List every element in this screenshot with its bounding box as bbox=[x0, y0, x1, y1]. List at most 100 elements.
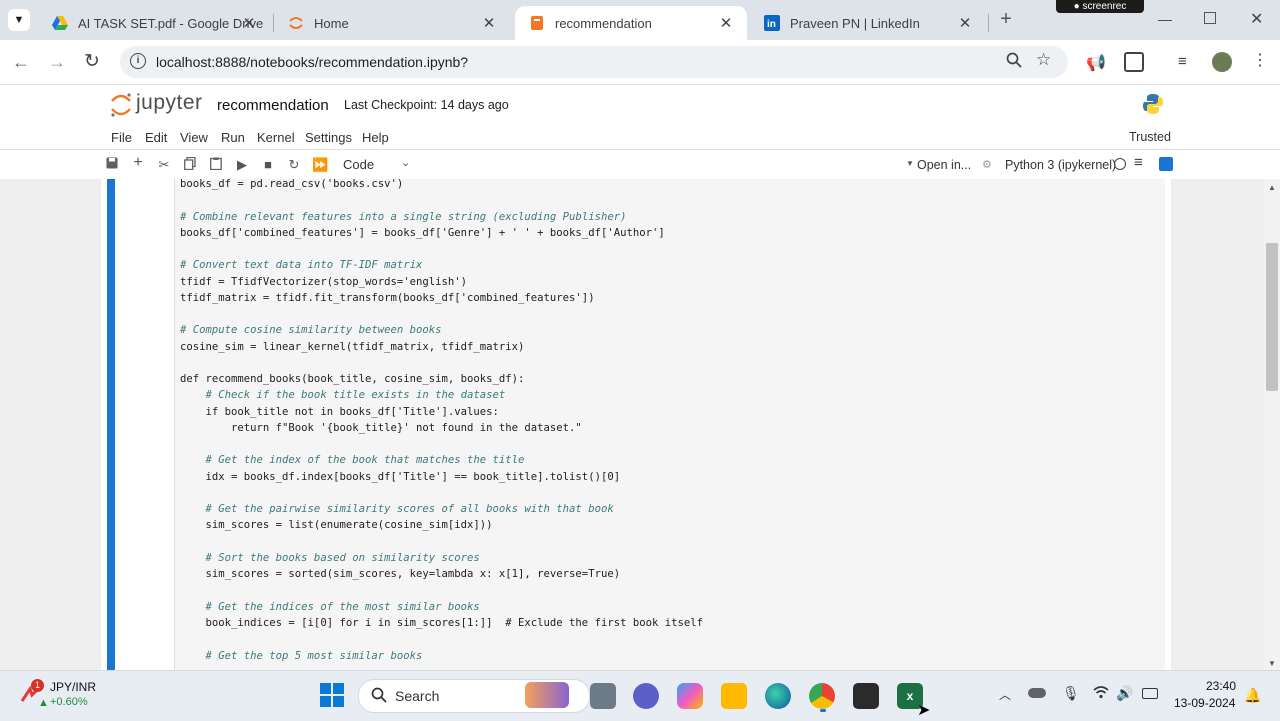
scrollbar-thumb[interactable] bbox=[1266, 243, 1278, 391]
file-explorer-icon[interactable] bbox=[721, 683, 747, 709]
profile-avatar[interactable] bbox=[1212, 52, 1232, 72]
forward-arrow-icon[interactable]: → bbox=[48, 52, 66, 73]
browser-tab-strip: ▼ AI TASK SET.pdf - Google Drive ✕ Home … bbox=[0, 0, 1280, 40]
search-label: Search bbox=[395, 688, 440, 704]
tab-title: Praveen PN | LinkedIn bbox=[790, 15, 920, 31]
task-view-icon[interactable] bbox=[590, 683, 616, 709]
menu-file[interactable]: File bbox=[111, 130, 132, 145]
code-line: books_df['combined_features'] = books_df… bbox=[180, 226, 665, 239]
terminal-icon[interactable] bbox=[853, 683, 879, 709]
jupyter-logo-icon bbox=[111, 93, 131, 117]
code-line: if book_title not in books_df['Title'].v… bbox=[180, 405, 499, 418]
cell-type-select[interactable]: Code bbox=[343, 157, 374, 172]
jupyter-notebook-icon bbox=[529, 15, 545, 31]
menu-edit[interactable]: Edit bbox=[145, 130, 167, 145]
tab-linkedin[interactable]: in Praveen PN | LinkedIn ✕ bbox=[750, 6, 986, 40]
scroll-up-arrow-icon[interactable]: ▲ bbox=[1268, 183, 1276, 192]
microphone-icon[interactable]: 🎙 bbox=[1062, 685, 1080, 702]
chevron-down-icon[interactable]: ⌄ bbox=[401, 156, 410, 169]
code-line: # Get the indices of the most similar bo… bbox=[180, 600, 480, 613]
show-hidden-icons-icon[interactable]: ︿ bbox=[999, 686, 1011, 703]
onedrive-cloud-icon[interactable] bbox=[1028, 688, 1046, 698]
code-line: # Check if the book title exists in the … bbox=[180, 389, 506, 402]
code-line: sim_scores = sorted(sim_scores, key=lamb… bbox=[180, 568, 621, 581]
volume-icon[interactable]: 🔊 bbox=[1116, 685, 1133, 702]
minimize-button[interactable]: — bbox=[1158, 11, 1172, 27]
new-tab-button[interactable]: + bbox=[996, 9, 1016, 29]
back-arrow-icon[interactable]: ← bbox=[12, 52, 30, 73]
edge-browser-icon[interactable] bbox=[765, 683, 791, 709]
trusted-indicator[interactable]: Trusted bbox=[1129, 130, 1171, 144]
ticker-symbol[interactable]: JPY/INR bbox=[50, 680, 96, 694]
open-in-button[interactable]: Open in... bbox=[917, 158, 971, 172]
code-line: cosine_sim = linear_kernel(tfidf_matrix,… bbox=[180, 340, 525, 353]
menu-run[interactable]: Run bbox=[221, 130, 245, 145]
code-editor[interactable]: books_df = pd.read_csv('books.csv') # Com… bbox=[174, 179, 1165, 670]
mouse-cursor-icon: ➤ bbox=[917, 702, 931, 719]
interrupt-kernel-icon[interactable]: ■ bbox=[260, 157, 276, 172]
close-icon[interactable]: ✕ bbox=[480, 14, 498, 32]
chrome-browser-icon[interactable] bbox=[809, 683, 835, 709]
site-info-icon[interactable]: i bbox=[130, 53, 146, 69]
property-inspector-icon[interactable] bbox=[1159, 157, 1173, 171]
menu-help[interactable]: Help bbox=[362, 130, 389, 145]
code-line: def recommend_books(book_title, cosine_s… bbox=[180, 373, 525, 386]
windows-start-icon[interactable] bbox=[320, 683, 344, 707]
teams-icon[interactable] bbox=[633, 683, 659, 709]
wifi-icon[interactable] bbox=[1093, 685, 1109, 702]
code-line: # Get the index of the book that matches… bbox=[180, 454, 525, 467]
menu-settings[interactable]: Settings bbox=[305, 130, 352, 145]
tab-divider bbox=[988, 14, 989, 32]
reload-icon[interactable]: ↻ bbox=[84, 50, 100, 73]
kernel-idle-indicator bbox=[1114, 158, 1126, 170]
close-icon[interactable]: ✕ bbox=[717, 14, 735, 32]
taskbar-search-box[interactable]: Search bbox=[358, 679, 590, 713]
restart-run-all-icon[interactable]: ⏩ bbox=[312, 157, 328, 173]
window-close-button[interactable]: ✕ bbox=[1250, 9, 1263, 29]
jupyter-menubar: File Edit View Run Kernel Settings Help … bbox=[0, 125, 1280, 150]
bookmark-star-icon[interactable]: ☆ bbox=[1036, 50, 1051, 70]
address-bar[interactable]: i localhost:8888/notebooks/recommendatio… bbox=[120, 46, 1068, 78]
toc-menu-icon[interactable]: ≡ bbox=[1134, 154, 1143, 171]
battery-icon[interactable] bbox=[1142, 688, 1158, 699]
jupyter-icon bbox=[288, 15, 304, 31]
copilot-icon[interactable] bbox=[677, 683, 703, 709]
restart-kernel-icon[interactable]: ↻ bbox=[286, 157, 302, 173]
save-icon[interactable] bbox=[104, 157, 120, 172]
screen-recorder-badge: ● screenrec bbox=[1056, 0, 1144, 13]
scroll-down-arrow-icon[interactable]: ▼ bbox=[1268, 659, 1276, 668]
close-icon[interactable]: ✕ bbox=[956, 14, 974, 32]
run-cell-icon[interactable]: ▶ bbox=[234, 157, 250, 173]
menu-kernel[interactable]: Kernel bbox=[257, 130, 295, 145]
tab-search-button[interactable]: ▼ bbox=[8, 9, 30, 31]
notebook-title[interactable]: recommendation bbox=[217, 97, 329, 114]
tab-recommendation[interactable]: recommendation ✕ bbox=[515, 6, 747, 40]
menu-view[interactable]: View bbox=[180, 130, 208, 145]
copy-icon[interactable] bbox=[182, 156, 198, 173]
tab-title: Home bbox=[314, 15, 349, 31]
paste-icon[interactable] bbox=[208, 157, 224, 173]
notification-bell-icon[interactable]: 🔔 bbox=[1244, 687, 1261, 704]
cut-icon[interactable]: ✂ bbox=[156, 157, 172, 173]
megaphone-icon[interactable]: 📢 bbox=[1086, 53, 1106, 73]
chrome-active-indicator bbox=[820, 709, 826, 712]
ticker-up-icon: ▲ bbox=[38, 697, 49, 709]
insert-cell-icon[interactable]: + bbox=[130, 154, 146, 172]
caret-down-icon: ▼ bbox=[906, 159, 914, 168]
recorder-label: screenrec bbox=[1082, 1, 1127, 12]
extensions-puzzle-icon[interactable] bbox=[1124, 52, 1144, 72]
more-menu-icon[interactable]: ⋮ bbox=[1252, 50, 1268, 70]
clock-time[interactable]: 23:40 bbox=[1206, 679, 1236, 693]
tab-home[interactable]: Home ✕ bbox=[274, 6, 510, 40]
close-icon[interactable]: ✕ bbox=[240, 14, 258, 32]
restore-button[interactable] bbox=[1204, 12, 1216, 24]
clock-date[interactable]: 13-09-2024 bbox=[1174, 696, 1235, 710]
code-line: return f"Book '{book_title}' not found i… bbox=[180, 421, 582, 434]
kernel-name[interactable]: Python 3 (ipykernel) bbox=[1005, 158, 1116, 172]
media-control-icon[interactable]: ≡ bbox=[1178, 53, 1187, 70]
code-line: idx = books_df.index[books_df['Title'] =… bbox=[180, 470, 621, 483]
tab-google-drive[interactable]: AI TASK SET.pdf - Google Drive ✕ bbox=[38, 6, 270, 40]
last-checkpoint: Last Checkpoint: 14 days ago bbox=[344, 98, 509, 112]
zoom-icon[interactable] bbox=[1006, 52, 1022, 73]
code-line: # Combine relevant features into a singl… bbox=[180, 210, 627, 223]
